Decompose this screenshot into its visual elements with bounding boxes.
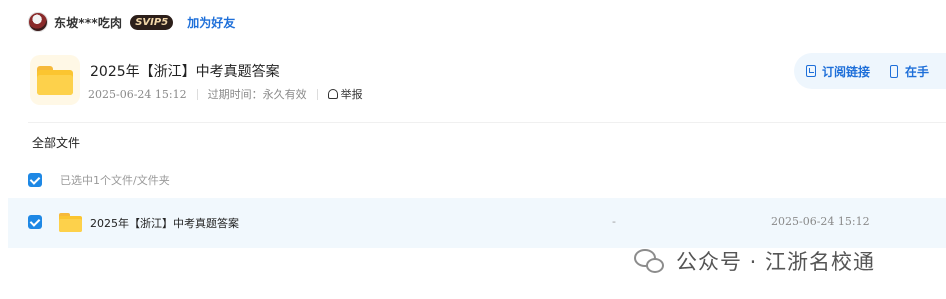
sharer-info: 东坡***吃肉 SVIP5 加为好友 xyxy=(28,11,235,33)
action-bar: 订阅链接 在手 xyxy=(794,53,946,89)
open-on-phone-button[interactable]: 在手 xyxy=(890,63,929,80)
share-title: 2025年【浙江】中考真题答案 xyxy=(90,64,280,80)
add-friend-link[interactable]: 加为好友 xyxy=(187,14,235,31)
subscribe-label: 订阅链接 xyxy=(822,64,871,79)
selection-count: 已选中1个文件/文件夹 xyxy=(60,174,170,187)
folder-icon xyxy=(30,55,80,105)
meta-divider xyxy=(196,88,198,100)
watermark-text: 公众号 · 江浙名校通 xyxy=(676,250,876,274)
report-button[interactable]: 举报 xyxy=(327,86,363,102)
phone-label: 在手 xyxy=(905,64,930,79)
wechat-icon xyxy=(634,247,668,275)
share-meta: 2025-06-24 15:12 过期时间：永久有效 举报 xyxy=(88,86,363,102)
folder-icon xyxy=(59,213,82,232)
select-all-checkbox[interactable] xyxy=(28,173,42,187)
bookmark-icon xyxy=(806,65,816,77)
username: 东坡***吃肉 xyxy=(54,15,123,30)
selection-bar: 已选中1个文件/文件夹 xyxy=(28,172,170,188)
meta-divider xyxy=(316,88,318,100)
alarm-icon xyxy=(327,89,338,99)
svip-badge: SVIP5 xyxy=(130,14,174,30)
wechat-watermark: 公众号 · 江浙名校通 xyxy=(634,246,875,276)
breadcrumb[interactable]: 全部文件 xyxy=(32,134,80,151)
share-expiry: 过期时间：永久有效 xyxy=(207,88,307,101)
report-label: 举报 xyxy=(340,88,363,101)
subscribe-link-button[interactable]: 订阅链接 xyxy=(806,63,870,80)
phone-icon xyxy=(890,64,899,78)
row-checkbox[interactable] xyxy=(28,215,42,229)
file-name[interactable]: 2025年【浙江】中考真题答案 xyxy=(90,215,239,231)
share-date: 2025-06-24 15:12 xyxy=(88,87,187,101)
divider xyxy=(28,122,946,123)
file-date: 2025-06-24 15:12 xyxy=(771,215,870,228)
avatar[interactable] xyxy=(28,12,48,32)
file-size: - xyxy=(612,215,616,228)
share-page: 东坡***吃肉 SVIP5 加为好友 2025年【浙江】中考真题答案 2025-… xyxy=(4,0,946,299)
table-row[interactable]: 2025年【浙江】中考真题答案 - 2025-06-24 15:12 xyxy=(8,198,946,248)
